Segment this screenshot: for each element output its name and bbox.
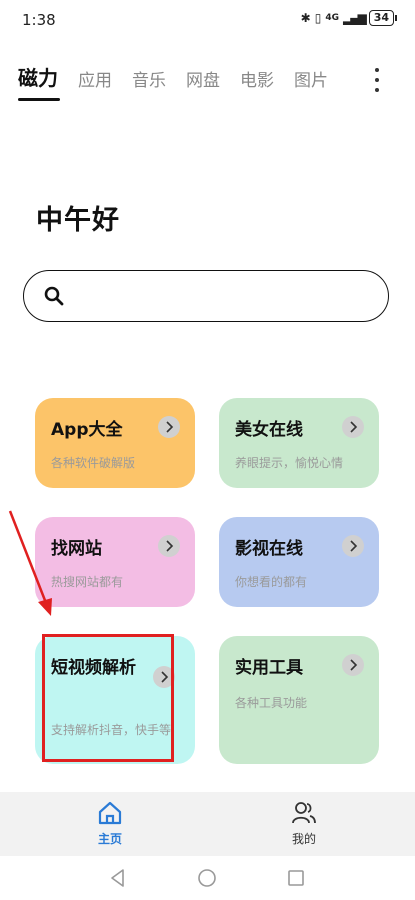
battery-icon: 34 <box>368 10 394 26</box>
card-subtitle: 养眼提示，愉悦心情 <box>235 456 344 470</box>
signal-icon: ▂▄▆ <box>343 11 367 25</box>
bluetooth-icon: ✱ <box>300 11 311 25</box>
chevron-right-icon[interactable] <box>342 654 364 676</box>
card-app-collection[interactable]: App大全 各种软件破解版 <box>35 398 195 488</box>
chevron-right-icon[interactable] <box>158 416 180 438</box>
bottom-nav: 主页 我的 <box>0 792 415 856</box>
search-bar[interactable] <box>23 270 389 322</box>
card-title: 影视在线 <box>235 539 303 559</box>
card-find-websites[interactable]: 找网站 热搜网站都有 <box>35 517 195 607</box>
greeting-title: 中午好 <box>36 205 120 236</box>
card-title: 实用工具 <box>235 658 303 678</box>
network-label: 4G <box>325 13 339 23</box>
vibrate-icon: ▯ <box>314 11 322 25</box>
back-icon[interactable] <box>108 868 128 888</box>
tab-images[interactable]: 图片 <box>294 66 328 101</box>
tab-cloud-drive[interactable]: 网盘 <box>186 66 220 101</box>
system-nav-bar <box>0 856 415 900</box>
more-menu-icon[interactable] <box>370 66 384 94</box>
home-icon <box>98 801 122 825</box>
status-bar: 1:38 ✱ ▯ 4G ▂▄▆ 34 <box>0 0 415 40</box>
card-subtitle: 各种软件破解版 <box>51 456 136 470</box>
card-video-online[interactable]: 影视在线 你想看的都有 <box>219 517 379 607</box>
home-circle-icon[interactable] <box>197 868 217 888</box>
tab-music[interactable]: 音乐 <box>132 66 166 101</box>
tab-movies[interactable]: 电影 <box>240 66 274 101</box>
card-subtitle: 你想看的都有 <box>235 575 308 589</box>
search-input[interactable] <box>80 283 374 311</box>
chevron-right-icon[interactable] <box>342 535 364 557</box>
tab-magnet[interactable]: 磁力 <box>18 62 60 101</box>
chevron-right-icon[interactable] <box>158 535 180 557</box>
nav-mine-label: 我的 <box>291 832 316 846</box>
card-title: 找网站 <box>51 539 102 559</box>
nav-mine[interactable]: 我的 <box>264 800 344 847</box>
nav-home-label: 主页 <box>97 832 122 846</box>
chevron-right-icon[interactable] <box>342 416 364 438</box>
card-subtitle: 热搜网站都有 <box>51 575 124 589</box>
tab-apps[interactable]: 应用 <box>78 66 112 101</box>
highlight-box <box>42 634 174 762</box>
card-subtitle: 各种工具功能 <box>235 696 308 710</box>
status-time: 1:38 <box>22 11 56 29</box>
profile-icon <box>292 802 316 824</box>
nav-home[interactable]: 主页 <box>70 800 150 847</box>
card-title: 美女在线 <box>235 420 303 440</box>
card-utility-tools[interactable]: 实用工具 各种工具功能 <box>219 636 379 764</box>
status-icons: ✱ ▯ 4G ▂▄▆ 34 <box>301 10 397 26</box>
top-tabs: 磁力 应用 音乐 网盘 电影 图片 <box>18 62 348 101</box>
search-icon[interactable] <box>44 286 64 306</box>
battery-tip <box>395 15 397 21</box>
card-title: App大全 <box>51 420 123 440</box>
recents-icon[interactable] <box>286 868 306 888</box>
card-beauty-online[interactable]: 美女在线 养眼提示，愉悦心情 <box>219 398 379 488</box>
